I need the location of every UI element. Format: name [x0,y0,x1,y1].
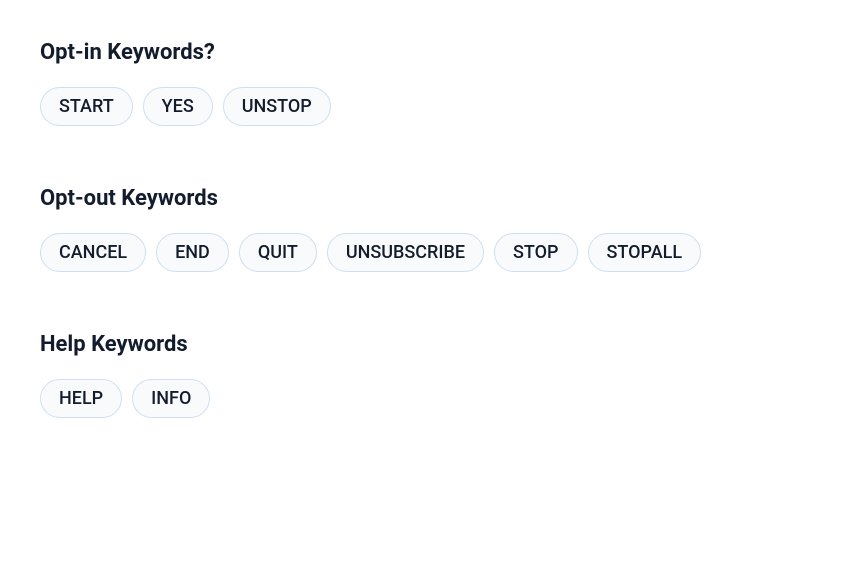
optin-keyword-pill[interactable]: START [40,87,133,126]
help-keywords-row: HELP INFO [40,379,806,418]
help-keywords-section: Help Keywords HELP INFO [40,332,806,418]
optout-keywords-row: CANCEL END QUIT UNSUBSCRIBE STOP STOPALL [40,233,806,272]
optout-keywords-section: Opt-out Keywords CANCEL END QUIT UNSUBSC… [40,186,806,272]
help-keywords-title: Help Keywords [40,332,806,357]
optin-keywords-row: START YES UNSTOP [40,87,806,126]
help-keyword-pill[interactable]: HELP [40,379,122,418]
optout-keyword-pill[interactable]: CANCEL [40,233,146,272]
optin-keywords-title: Opt-in Keywords? [40,40,806,65]
optout-keyword-pill[interactable]: STOPALL [588,233,702,272]
optout-keyword-pill[interactable]: UNSUBSCRIBE [327,233,484,272]
optout-keywords-title: Opt-out Keywords [40,186,806,211]
optin-keyword-pill[interactable]: YES [143,87,213,126]
optout-keyword-pill[interactable]: QUIT [239,233,317,272]
optout-keyword-pill[interactable]: STOP [494,233,578,272]
help-keyword-pill[interactable]: INFO [132,379,210,418]
optin-keywords-section: Opt-in Keywords? START YES UNSTOP [40,40,806,126]
optin-keyword-pill[interactable]: UNSTOP [223,87,331,126]
optout-keyword-pill[interactable]: END [156,233,229,272]
